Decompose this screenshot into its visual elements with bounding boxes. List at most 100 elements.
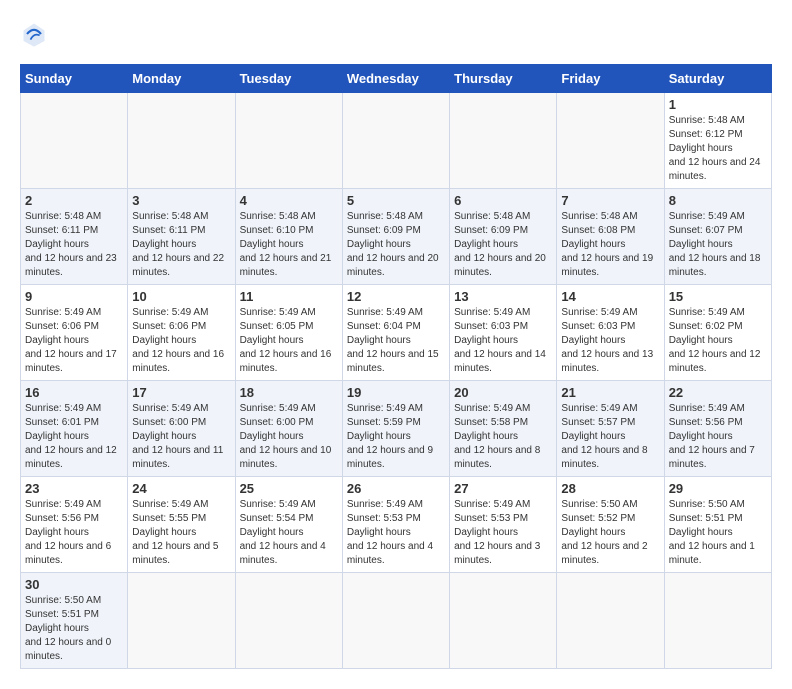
day-cell: 12 Sunrise: 5:49 AMSunset: 6:04 PMDayligh… xyxy=(342,285,449,381)
header-cell-friday: Friday xyxy=(557,65,664,93)
logo xyxy=(20,20,52,48)
day-cell: 4 Sunrise: 5:48 AMSunset: 6:10 PMDaylight… xyxy=(235,189,342,285)
day-info: Sunrise: 5:48 AMSunset: 6:11 PMDaylight … xyxy=(25,210,123,280)
day-cell: 15 Sunrise: 5:49 AMSunset: 6:02 PMDayligh… xyxy=(664,285,771,381)
week-row-5: 30 Sunrise: 5:50 AMSunset: 5:51 PMDayligh… xyxy=(21,573,772,669)
day-cell: 19Sunrise: 5:49 AMSunset: 5:59 PMDayligh… xyxy=(342,381,449,477)
day-info: Sunrise: 5:49 AMSunset: 6:06 PMDaylight … xyxy=(25,306,123,376)
day-cell: 8 Sunrise: 5:49 AMSunset: 6:07 PMDaylight… xyxy=(664,189,771,285)
day-cell xyxy=(450,93,557,189)
day-number: 8 xyxy=(669,193,767,208)
header-cell-tuesday: Tuesday xyxy=(235,65,342,93)
day-number: 6 xyxy=(454,193,552,208)
day-cell xyxy=(342,573,449,669)
day-info: Sunrise: 5:49 AMSunset: 5:58 PMDaylight … xyxy=(454,402,552,472)
day-cell: 17 Sunrise: 5:49 AMSunset: 6:00 PMDayligh… xyxy=(128,381,235,477)
day-number: 25 xyxy=(240,481,338,496)
day-number: 20 xyxy=(454,385,552,400)
day-number: 16 xyxy=(25,385,123,400)
day-info: Sunrise: 5:50 AMSunset: 5:52 PMDaylight … xyxy=(561,498,659,568)
day-number: 17 xyxy=(132,385,230,400)
header-cell-saturday: Saturday xyxy=(664,65,771,93)
header-cell-monday: Monday xyxy=(128,65,235,93)
day-number: 1 xyxy=(669,97,767,112)
day-cell xyxy=(557,93,664,189)
day-number: 12 xyxy=(347,289,445,304)
day-cell: 23 Sunrise: 5:49 AMSunset: 5:56 PMDayligh… xyxy=(21,477,128,573)
day-number: 15 xyxy=(669,289,767,304)
day-cell: 18Sunrise: 5:49 AMSunset: 6:00 PMDayligh… xyxy=(235,381,342,477)
day-info: Sunrise: 5:49 AMSunset: 6:03 PMDaylight … xyxy=(561,306,659,376)
day-number: 2 xyxy=(25,193,123,208)
day-info: Sunrise: 5:48 AMSunset: 6:09 PMDaylight … xyxy=(454,210,552,280)
day-cell: 6 Sunrise: 5:48 AMSunset: 6:09 PMDaylight… xyxy=(450,189,557,285)
day-number: 4 xyxy=(240,193,338,208)
week-row-3: 16 Sunrise: 5:49 AMSunset: 6:01 PMDayligh… xyxy=(21,381,772,477)
day-cell: 21 Sunrise: 5:49 AMSunset: 5:57 PMDayligh… xyxy=(557,381,664,477)
day-number: 9 xyxy=(25,289,123,304)
day-info: Sunrise: 5:49 AMSunset: 6:00 PMDaylight … xyxy=(240,402,338,472)
day-number: 13 xyxy=(454,289,552,304)
day-cell: 10Sunrise: 5:49 AMSunset: 6:06 PMDayligh… xyxy=(128,285,235,381)
day-number: 14 xyxy=(561,289,659,304)
day-cell xyxy=(128,573,235,669)
day-number: 21 xyxy=(561,385,659,400)
day-number: 24 xyxy=(132,481,230,496)
header-cell-sunday: Sunday xyxy=(21,65,128,93)
day-number: 10 xyxy=(132,289,230,304)
day-number: 29 xyxy=(669,481,767,496)
day-info: Sunrise: 5:49 AMSunset: 6:04 PMDaylight … xyxy=(347,306,445,376)
day-number: 3 xyxy=(132,193,230,208)
day-cell: 28Sunrise: 5:50 AMSunset: 5:52 PMDayligh… xyxy=(557,477,664,573)
week-row-2: 9 Sunrise: 5:49 AMSunset: 6:06 PMDaylight… xyxy=(21,285,772,381)
day-cell: 7Sunrise: 5:48 AMSunset: 6:08 PMDaylight… xyxy=(557,189,664,285)
day-info: Sunrise: 5:48 AMSunset: 6:11 PMDaylight … xyxy=(132,210,230,280)
day-cell: 13 Sunrise: 5:49 AMSunset: 6:03 PMDayligh… xyxy=(450,285,557,381)
day-cell: 1 Sunrise: 5:48 AMSunset: 6:12 PMDaylight… xyxy=(664,93,771,189)
calendar-table: SundayMondayTuesdayWednesdayThursdayFrid… xyxy=(20,64,772,669)
day-cell: 5 Sunrise: 5:48 AMSunset: 6:09 PMDaylight… xyxy=(342,189,449,285)
day-cell xyxy=(235,573,342,669)
day-info: Sunrise: 5:48 AMSunset: 6:10 PMDaylight … xyxy=(240,210,338,280)
day-cell xyxy=(450,573,557,669)
header-cell-thursday: Thursday xyxy=(450,65,557,93)
day-info: Sunrise: 5:48 AMSunset: 6:12 PMDaylight … xyxy=(669,114,767,184)
day-number: 11 xyxy=(240,289,338,304)
day-cell: 27Sunrise: 5:49 AMSunset: 5:53 PMDayligh… xyxy=(450,477,557,573)
day-cell: 25Sunrise: 5:49 AMSunset: 5:54 PMDayligh… xyxy=(235,477,342,573)
day-number: 19 xyxy=(347,385,445,400)
day-info: Sunrise: 5:49 AMSunset: 5:57 PMDaylight … xyxy=(561,402,659,472)
day-info: Sunrise: 5:50 AMSunset: 5:51 PMDaylight … xyxy=(25,594,123,664)
day-cell: 24 Sunrise: 5:49 AMSunset: 5:55 PMDayligh… xyxy=(128,477,235,573)
day-info: Sunrise: 5:49 AMSunset: 5:53 PMDaylight … xyxy=(347,498,445,568)
day-cell xyxy=(664,573,771,669)
day-info: Sunrise: 5:48 AMSunset: 6:09 PMDaylight … xyxy=(347,210,445,280)
day-info: Sunrise: 5:49 AMSunset: 6:03 PMDaylight … xyxy=(454,306,552,376)
day-number: 23 xyxy=(25,481,123,496)
day-cell: 14 Sunrise: 5:49 AMSunset: 6:03 PMDayligh… xyxy=(557,285,664,381)
calendar-body: 1 Sunrise: 5:48 AMSunset: 6:12 PMDaylight… xyxy=(21,93,772,669)
day-info: Sunrise: 5:49 AMSunset: 6:01 PMDaylight … xyxy=(25,402,123,472)
day-cell xyxy=(128,93,235,189)
day-info: Sunrise: 5:48 AMSunset: 6:08 PMDaylight … xyxy=(561,210,659,280)
day-cell: 3 Sunrise: 5:48 AMSunset: 6:11 PMDaylight… xyxy=(128,189,235,285)
day-number: 30 xyxy=(25,577,123,592)
header-cell-wednesday: Wednesday xyxy=(342,65,449,93)
day-info: Sunrise: 5:49 AMSunset: 5:56 PMDaylight … xyxy=(25,498,123,568)
logo-icon xyxy=(20,20,48,48)
day-cell: 22Sunrise: 5:49 AMSunset: 5:56 PMDayligh… xyxy=(664,381,771,477)
day-cell: 11Sunrise: 5:49 AMSunset: 6:05 PMDayligh… xyxy=(235,285,342,381)
day-info: Sunrise: 5:49 AMSunset: 6:07 PMDaylight … xyxy=(669,210,767,280)
day-cell xyxy=(342,93,449,189)
day-cell: 9 Sunrise: 5:49 AMSunset: 6:06 PMDaylight… xyxy=(21,285,128,381)
day-info: Sunrise: 5:49 AMSunset: 5:56 PMDaylight … xyxy=(669,402,767,472)
day-info: Sunrise: 5:49 AMSunset: 6:00 PMDaylight … xyxy=(132,402,230,472)
day-number: 26 xyxy=(347,481,445,496)
day-cell: 30 Sunrise: 5:50 AMSunset: 5:51 PMDayligh… xyxy=(21,573,128,669)
day-info: Sunrise: 5:49 AMSunset: 5:55 PMDaylight … xyxy=(132,498,230,568)
week-row-1: 2 Sunrise: 5:48 AMSunset: 6:11 PMDaylight… xyxy=(21,189,772,285)
page-header xyxy=(20,20,772,48)
day-cell: 29Sunrise: 5:50 AMSunset: 5:51 PMDayligh… xyxy=(664,477,771,573)
day-info: Sunrise: 5:49 AMSunset: 6:02 PMDaylight … xyxy=(669,306,767,376)
day-number: 5 xyxy=(347,193,445,208)
